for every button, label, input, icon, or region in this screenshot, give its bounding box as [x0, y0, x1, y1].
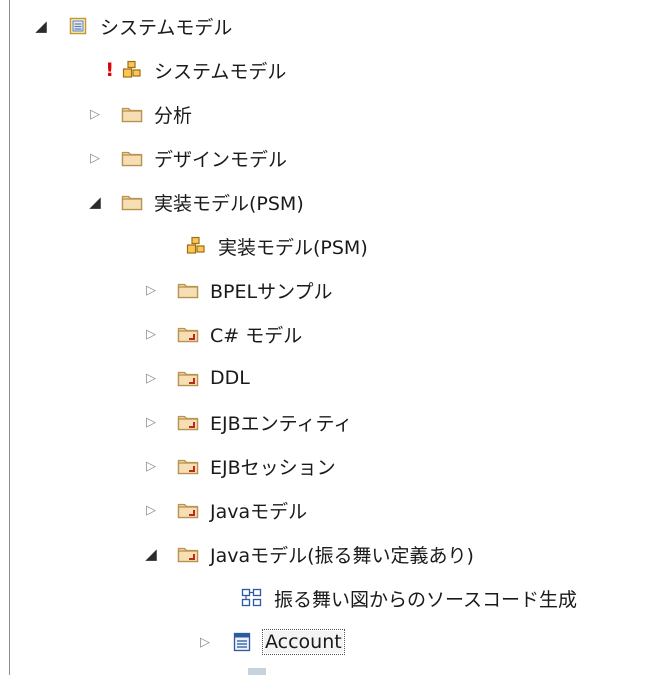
tree-node-label: EJBセッション	[210, 456, 336, 479]
tree-node-label: BPELサンプル	[210, 280, 333, 303]
tree-node-root[interactable]: ◢ システムモデル	[32, 6, 232, 46]
code-folder-icon	[176, 499, 200, 521]
package-diagram-icon	[120, 59, 144, 81]
tree-node-label: DDL	[210, 367, 250, 389]
collapsed-triangle-icon[interactable]: ▷	[196, 633, 214, 651]
tree-node-label: C# モデル	[210, 324, 303, 347]
code-folder-icon	[176, 455, 200, 477]
folder-icon	[120, 147, 144, 169]
tree-node-label: EJBエンティティ	[210, 412, 353, 435]
collapsed-triangle-icon[interactable]: ▷	[142, 281, 160, 299]
next-node-partial	[248, 668, 266, 675]
tree-node-label: 分析	[154, 104, 193, 127]
tree-node-system-model-diagram[interactable]: ! システムモデル	[86, 50, 286, 90]
tree-node-ejb-session[interactable]: ▷ EJBセッション	[142, 446, 336, 486]
tree-node-implementation-diagram[interactable]: 実装モデル(PSM)	[150, 226, 368, 266]
collapsed-triangle-icon[interactable]: ▷	[142, 369, 160, 387]
tree-node-csharp-model[interactable]: ▷ C# モデル	[142, 314, 302, 354]
collapsed-triangle-icon[interactable]: ▷	[86, 149, 104, 167]
expanded-triangle-icon[interactable]: ◢	[142, 545, 160, 563]
tree-node-implementation-model[interactable]: ◢ 実装モデル(PSM)	[86, 182, 304, 222]
code-folder-icon	[176, 323, 200, 345]
tree-node-ejb-entity[interactable]: ▷ EJBエンティティ	[142, 402, 352, 442]
folder-icon	[120, 191, 144, 213]
code-folder-icon	[176, 543, 200, 565]
collapsed-triangle-icon[interactable]: ▷	[142, 501, 160, 519]
collapsed-triangle-icon[interactable]: ▷	[142, 413, 160, 431]
tree-node-design-model[interactable]: ▷ デザインモデル	[86, 138, 287, 178]
tree-node-bpel-sample[interactable]: ▷ BPELサンプル	[142, 270, 333, 310]
folder-icon	[176, 279, 200, 301]
tree-node-java-model[interactable]: ▷ Javaモデル	[142, 490, 307, 530]
tree-node-label: Javaモデル	[210, 500, 308, 523]
collapsed-triangle-icon[interactable]: ▷	[86, 105, 104, 123]
tree-node-ddl[interactable]: ▷ DDL	[142, 358, 250, 398]
tree-node-label: デザインモデル	[154, 148, 288, 171]
class-diagram-icon	[240, 587, 264, 609]
tree-node-behavior-diagram[interactable]: 振る舞い図からのソースコード生成	[206, 578, 577, 618]
class-icon	[230, 631, 254, 653]
package-diagram-icon	[184, 235, 208, 257]
tree-node-label-selected: Account	[262, 629, 345, 655]
expanded-triangle-icon[interactable]: ◢	[86, 193, 104, 211]
tree-node-label: 実装モデル(PSM)	[218, 236, 368, 259]
folder-icon	[120, 103, 144, 125]
model-root-icon	[66, 15, 90, 37]
tree-node-analysis[interactable]: ▷ 分析	[86, 94, 192, 134]
tree-node-label: 実装モデル(PSM)	[154, 192, 304, 215]
code-folder-icon	[176, 411, 200, 433]
expanded-triangle-icon[interactable]: ◢	[32, 17, 50, 35]
warning-icon: !	[105, 59, 114, 81]
code-folder-icon	[176, 367, 200, 389]
tree-node-label: Javaモデル(振る舞い定義あり)	[210, 544, 474, 567]
collapsed-triangle-icon[interactable]: ▷	[142, 457, 160, 475]
project-browser-tree: ◢ システムモデル ! システムモデル ▷ 分析 ▷ デザインモデル ◢ 実装モ…	[9, 0, 665, 675]
collapsed-triangle-icon[interactable]: ▷	[142, 325, 160, 343]
tree-node-label: システムモデル	[100, 16, 233, 39]
tree-node-label: システムモデル	[154, 60, 287, 83]
tree-node-label: 振る舞い図からのソースコード生成	[274, 588, 578, 611]
tree-node-java-behavior-model[interactable]: ◢ Javaモデル(振る舞い定義あり)	[142, 534, 474, 574]
tree-node-account[interactable]: ▷ Account	[196, 622, 345, 662]
